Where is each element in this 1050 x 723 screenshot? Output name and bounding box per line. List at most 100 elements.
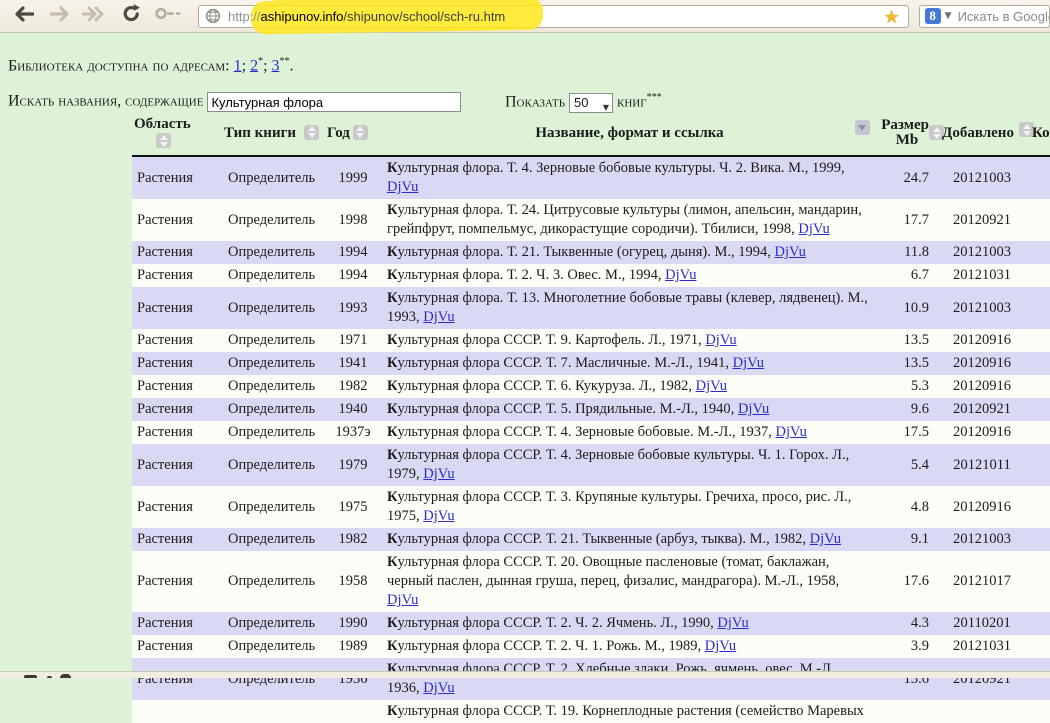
sort-icon-region[interactable] (156, 133, 171, 148)
cell-type: Определитель (222, 421, 325, 444)
cell-added: 20121003 (938, 241, 1026, 264)
cell-added: 20121017 (938, 551, 1026, 612)
header-comment[interactable]: Ком (1026, 114, 1050, 156)
header-added[interactable]: Добавлено (938, 114, 1026, 156)
cell-comment (1026, 486, 1050, 528)
djvu-link[interactable]: DjVu (696, 378, 727, 394)
book-title: Культурная флора СССР. Т. 20. Овощные па… (381, 551, 876, 612)
djvu-link[interactable]: DjVu (423, 680, 454, 696)
key-button[interactable] (155, 7, 182, 25)
djvu-link[interactable]: DjVu (738, 401, 769, 417)
cell-added: 20121003 (938, 287, 1026, 329)
djvu-link[interactable]: DjVu (733, 355, 764, 371)
engine-dropdown-caret-icon[interactable]: ▼ (945, 11, 952, 21)
header-year[interactable]: Год (325, 114, 381, 156)
cell-comment (1026, 398, 1050, 421)
djvu-link[interactable]: DjVu (776, 424, 807, 440)
djvu-link[interactable]: DjVu (705, 638, 736, 654)
reload-button[interactable] (122, 4, 141, 28)
cell-type: Определитель (222, 287, 325, 329)
djvu-link[interactable]: DjVu (798, 221, 829, 237)
djvu-link[interactable]: DjVu (810, 531, 841, 547)
sort-icon-year[interactable] (353, 125, 368, 140)
djvu-link[interactable]: DjVu (423, 466, 454, 482)
back-button[interactable] (12, 6, 34, 27)
cell-region: Растения (132, 398, 222, 421)
cell-size: 13.5 (876, 352, 938, 375)
cell-size: 13.6 (876, 658, 938, 700)
mirror-link-1[interactable]: 1 (234, 57, 242, 74)
cell-added: 20120916 (938, 486, 1026, 528)
book-title: Культурная флора СССР. Т. 9. Картофель. … (381, 329, 876, 352)
djvu-link[interactable]: DjVu (423, 309, 454, 325)
header-region[interactable]: Область (132, 114, 222, 156)
title-search-input[interactable] (207, 92, 461, 112)
cell-year: 1982 (325, 375, 381, 398)
cell-comment (1026, 156, 1050, 199)
back-arrow-icon (12, 6, 34, 27)
header-size[interactable]: Размер,Mb (876, 114, 938, 156)
bookmark-star-icon[interactable]: ★ (884, 7, 900, 28)
forward-button[interactable] (50, 6, 72, 27)
show-count-select[interactable]: 50 ▼ (569, 93, 613, 113)
table-row: Растения Определитель 1994 Культурная фл… (132, 241, 1050, 264)
djvu-link[interactable]: DjVu (423, 508, 454, 524)
cell-year: 1999 (325, 156, 381, 199)
key-icon (155, 7, 182, 25)
cell-year: 1941 (325, 352, 381, 375)
djvu-link[interactable]: DjVu (387, 592, 418, 608)
djvu-link[interactable]: DjVu (387, 179, 418, 195)
fast-forward-button[interactable] (82, 6, 108, 27)
cell-size: 3.9 (876, 635, 938, 658)
cell-comment (1026, 612, 1050, 635)
mirror-link-3[interactable]: 3 (272, 57, 280, 74)
search-engine-box[interactable]: 8 ▼ Искать в Google (919, 5, 1050, 28)
cell-added: 20121003 (938, 156, 1026, 199)
cell-year: 1940 (325, 398, 381, 421)
sort-desc-icon-title[interactable] (855, 120, 870, 135)
cell-comment (1026, 635, 1050, 658)
cell-comment (1026, 264, 1050, 287)
cell-comment (1026, 528, 1050, 551)
cell-type: Определитель (222, 352, 325, 375)
cell-comment (1026, 352, 1050, 375)
cell-comment (1026, 241, 1050, 264)
title-search-line: Искать названия, содержащие (8, 92, 461, 112)
cell-type (222, 700, 325, 723)
url-prefix: http:// (228, 9, 261, 24)
globe-icon[interactable] (205, 8, 221, 24)
djvu-link[interactable]: DjVu (717, 615, 748, 631)
cell-added: 20121011 (938, 444, 1026, 486)
reload-icon (122, 4, 141, 28)
sort-icon-type[interactable] (304, 125, 319, 140)
cell-year: 1979 (325, 444, 381, 486)
engine-search-label: Искать в Google (958, 9, 1050, 24)
header-type[interactable]: Тип книги (222, 114, 325, 156)
book-table-wrap: Область Тип книги Год Название, формат и… (132, 114, 1050, 723)
cell-type: Определитель (222, 264, 325, 287)
google-engine-icon[interactable]: 8 (925, 8, 941, 24)
table-row: Растения Определитель 1989 Культурная фл… (132, 635, 1050, 658)
cell-comment (1026, 375, 1050, 398)
djvu-link[interactable]: DjVu (774, 244, 805, 260)
header-title[interactable]: Название, формат и ссылка (381, 114, 876, 156)
cell-added: 20121031 (938, 635, 1026, 658)
url-text: http://ashipunov.info/shipunov/school/sc… (228, 9, 505, 24)
cell-size: 9.1 (876, 528, 938, 551)
cell-region: Растения (132, 241, 222, 264)
djvu-link[interactable]: DjVu (705, 332, 736, 348)
cell-size: 5.4 (876, 444, 938, 486)
cell-region: Растения (132, 352, 222, 375)
cell-type: Определитель (222, 444, 325, 486)
url-bar[interactable]: http://ashipunov.info/shipunov/school/sc… (198, 5, 909, 28)
djvu-link[interactable]: DjVu (665, 267, 696, 283)
page-content: Библиотека доступна по адресам: 1; 2*; 3… (0, 34, 1050, 671)
table-row: Растения Определитель 1999 Культурная фл… (132, 156, 1050, 199)
cell-region: Растения (132, 528, 222, 551)
cell-size (876, 700, 938, 723)
cell-type: Определитель (222, 612, 325, 635)
table-row: Растения Определитель 1936 Культурная фл… (132, 658, 1050, 700)
mirror-link-2[interactable]: 2 (250, 57, 258, 74)
url-path: /shipunov/school/sch-ru.htm (343, 9, 505, 24)
forward-arrow-icon (50, 6, 72, 27)
